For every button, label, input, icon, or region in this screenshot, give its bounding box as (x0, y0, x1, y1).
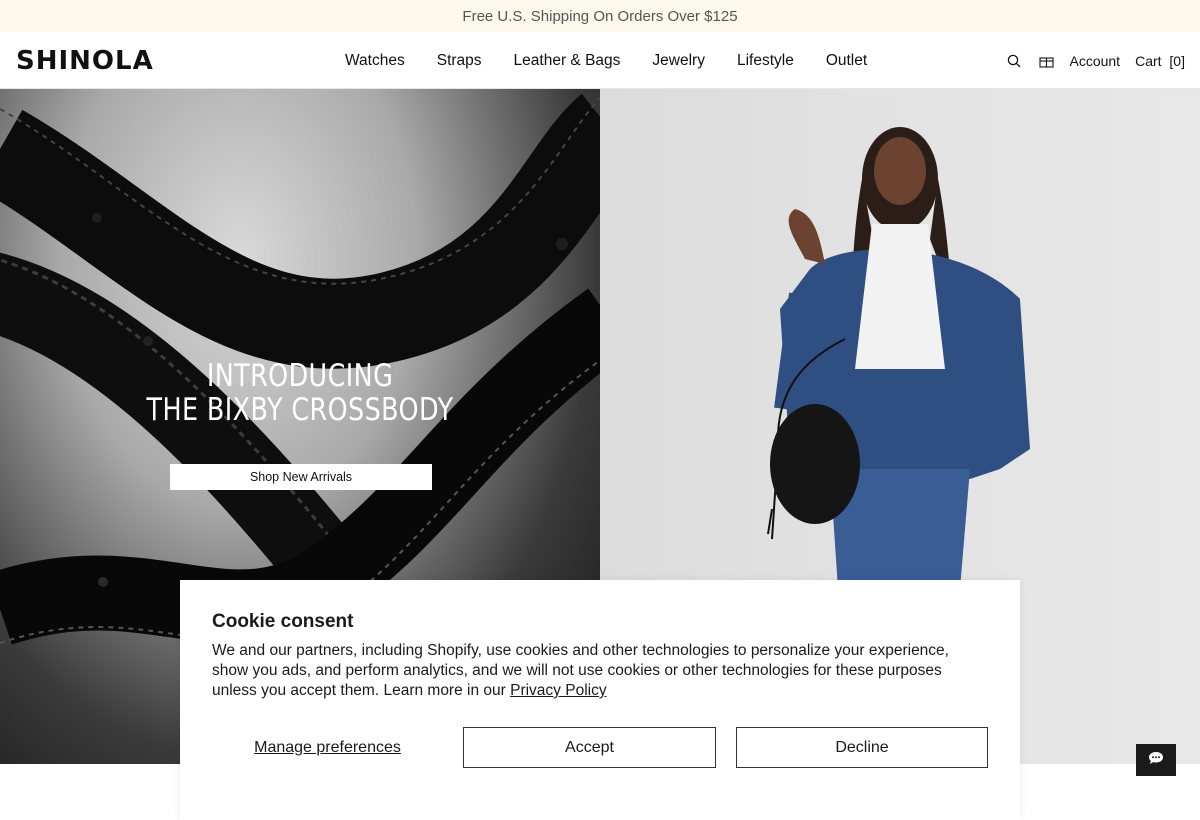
cart-count: [0] (1169, 52, 1185, 69)
nav-straps[interactable]: Straps (437, 52, 482, 70)
announcement-text: Free U.S. Shipping On Orders Over $125 (462, 7, 738, 25)
hero-title: INTRODUCING THE BIXBY CROSSBODY (54, 359, 546, 427)
cart-label: Cart (1135, 52, 1162, 69)
header-utilities: Account Cart [0] (1007, 32, 1185, 89)
cookie-actions: Manage preferences Accept Decline (212, 727, 988, 768)
shop-new-arrivals-button[interactable]: Shop New Arrivals (170, 464, 432, 490)
account-link[interactable]: Account (1069, 53, 1120, 69)
main-nav: Watches Straps Leather & Bags Jewelry Li… (345, 32, 867, 89)
decline-button[interactable]: Decline (736, 727, 988, 768)
announcement-bar: Free U.S. Shipping On Orders Over $125 (0, 0, 1200, 32)
nav-outlet[interactable]: Outlet (826, 52, 867, 70)
cookie-body: We and our partners, including Shopify, … (212, 641, 988, 701)
chat-button[interactable] (1136, 744, 1176, 776)
logo[interactable]: SHINOLA (16, 46, 154, 76)
hero-title-line1: INTRODUCING (206, 358, 394, 394)
cart-link[interactable]: Cart [0] (1135, 53, 1185, 69)
nav-leather-bags[interactable]: Leather & Bags (514, 52, 621, 70)
nav-jewelry[interactable]: Jewelry (652, 52, 705, 70)
privacy-policy-link[interactable]: Privacy Policy (510, 682, 606, 699)
cookie-title: Cookie consent (212, 611, 354, 632)
hero-title-line2: THE BIXBY CROSSBODY (146, 392, 454, 428)
chat-icon (1148, 751, 1164, 770)
manage-preferences-button[interactable]: Manage preferences (212, 727, 443, 768)
nav-watches[interactable]: Watches (345, 52, 405, 70)
accept-button[interactable]: Accept (463, 727, 716, 768)
cookie-consent-dialog: Cookie consent We and our partners, incl… (180, 580, 1020, 820)
nav-lifestyle[interactable]: Lifestyle (737, 52, 794, 70)
gift-icon[interactable] (1039, 54, 1055, 68)
search-icon[interactable] (1007, 54, 1021, 68)
site-header: SHINOLA Watches Straps Leather & Bags Je… (0, 32, 1200, 89)
